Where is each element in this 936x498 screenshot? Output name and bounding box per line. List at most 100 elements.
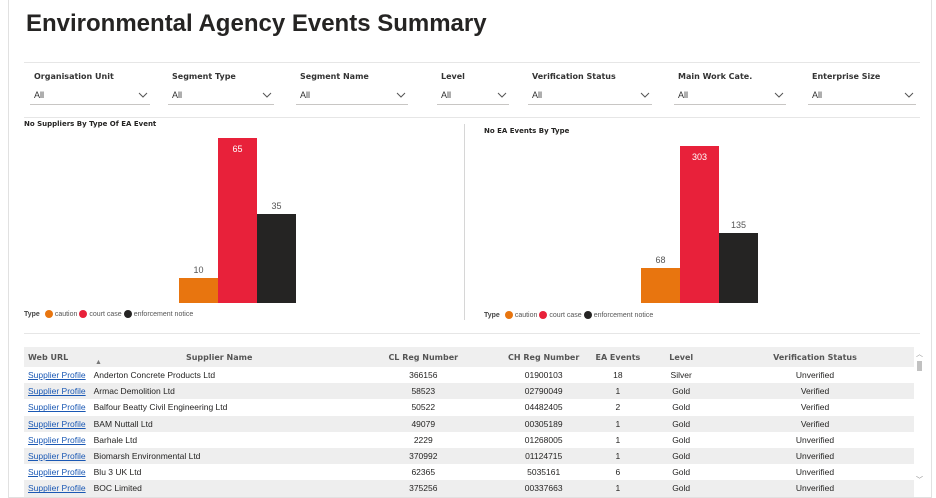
legend-title: Type xyxy=(484,311,500,319)
cell-level: Gold xyxy=(646,415,717,432)
table-row[interactable]: Supplier Profile Blu 3 UK Ltd 62365 5035161… xyxy=(24,464,914,480)
table-scrollbar[interactable]: ︿ ﹀ xyxy=(915,347,925,493)
supplier-profile-link[interactable]: Supplier Profile xyxy=(28,419,86,429)
cell-cl-reg-number: 2229 xyxy=(413,434,433,445)
column-header-ea-events[interactable]: EA Events xyxy=(589,347,647,367)
cell-level: Gold xyxy=(672,467,691,478)
suppliers-table: Web URL Supplier Name CL Reg Number CH Reg … xyxy=(24,347,914,497)
bar-court-case[interactable] xyxy=(218,138,257,303)
cell-ch-reg-number: 01900103 xyxy=(524,370,563,381)
legend-item-enforcement-notice[interactable]: enforcement notice xyxy=(583,311,654,319)
charts-divider xyxy=(464,124,465,320)
slicer-label: Main Work Cate. xyxy=(678,72,753,81)
chevron-down-icon[interactable] xyxy=(904,90,914,100)
table-row[interactable]: Supplier Profile BOC Limited 375256 0033766… xyxy=(24,480,914,497)
cell-level: Gold xyxy=(646,447,717,465)
supplier-profile-link[interactable]: Supplier Profile xyxy=(28,402,86,412)
slicer-dropdown[interactable]: All xyxy=(30,88,150,105)
supplier-profile-link[interactable]: Supplier Profile xyxy=(28,386,86,396)
chart-events-legend: Type caution court case enforcement notice xyxy=(484,311,655,319)
sort-ascending-icon[interactable]: ▲ xyxy=(95,359,102,366)
cell-verification-status: Verified xyxy=(800,402,830,413)
table-row[interactable]: Supplier Profile BAM Nuttall Ltd 49079 0030… xyxy=(24,415,914,432)
bar-caution[interactable] xyxy=(641,268,680,303)
cell-ch-reg-number: 01124715 xyxy=(497,447,590,465)
cell-level: Gold xyxy=(646,480,717,497)
page-title: Environmental Agency Events Summary xyxy=(26,10,487,37)
supplier-profile-link[interactable]: Supplier Profile xyxy=(28,467,86,477)
legend-item-enforcement-notice[interactable]: enforcement notice xyxy=(123,310,194,318)
slicer-value: All xyxy=(34,90,45,100)
cell-verification-status: Unverified xyxy=(795,467,835,478)
cell-cl-reg-number: 50522 xyxy=(411,402,436,413)
bar-enforcement-notice[interactable] xyxy=(257,214,296,303)
cell-verification-status: Unverified xyxy=(795,370,835,381)
slicer-label: Verification Status xyxy=(532,72,616,81)
legend-label: court case xyxy=(549,311,582,319)
bar-data-label: 10 xyxy=(193,265,204,275)
slicer-label: Enterprise Size xyxy=(812,72,881,81)
cell-verification-status: Unverified xyxy=(716,480,914,497)
legend-item-court-case[interactable]: court case xyxy=(79,310,122,318)
bar-data-label: 65 xyxy=(232,144,243,154)
column-header-level[interactable]: Level xyxy=(646,347,717,367)
scroll-up-icon[interactable]: ︿ xyxy=(916,349,923,359)
table-row[interactable]: Supplier Profile Anderton Concrete Produc… xyxy=(24,367,914,383)
cell-supplier-name: Anderton Concrete Products Ltd xyxy=(93,370,216,381)
column-header-supplier-name[interactable]: Supplier Name xyxy=(89,347,349,367)
bar-court-case[interactable] xyxy=(680,146,719,303)
column-header-verification-status[interactable]: Verification Status xyxy=(716,347,914,367)
cell-cl-reg-number: 366156 xyxy=(409,370,438,381)
cell-ea-events: 6 xyxy=(615,467,621,478)
legend-item-caution[interactable]: caution xyxy=(504,311,537,319)
cell-web-url: Supplier Profile xyxy=(24,415,90,432)
chevron-down-icon[interactable] xyxy=(396,90,406,100)
cell-supplier-name: Barhale Ltd xyxy=(93,434,138,445)
table-row[interactable]: Supplier Profile Biomarsh Environmental L… xyxy=(24,447,914,465)
slicer-label: Segment Type xyxy=(172,72,236,81)
supplier-profile-link[interactable]: Supplier Profile xyxy=(28,451,86,461)
charts-bottom-divider xyxy=(24,333,920,334)
bar-enforcement-notice[interactable] xyxy=(719,233,758,303)
legend-item-caution[interactable]: caution xyxy=(44,310,77,318)
chevron-down-icon[interactable] xyxy=(497,90,507,100)
table-row[interactable]: Supplier Profile Balfour Beatty Civil Eng… xyxy=(24,399,914,415)
slicer-value: All xyxy=(532,90,543,100)
cell-level: Gold xyxy=(646,383,717,400)
column-header-cl-reg-number[interactable]: CL Reg Number xyxy=(348,347,498,367)
slicer-dropdown[interactable]: All xyxy=(808,88,916,105)
supplier-profile-link[interactable]: Supplier Profile xyxy=(28,483,86,493)
cell-web-url: Supplier Profile xyxy=(24,432,90,448)
chevron-down-icon[interactable] xyxy=(138,90,148,100)
legend-label: enforcement notice xyxy=(593,311,654,319)
slicer-dropdown[interactable]: All xyxy=(168,88,274,105)
title-divider xyxy=(24,62,920,63)
table-row[interactable]: Supplier Profile Barhale Ltd 2229 01268005 1… xyxy=(24,432,914,448)
column-header-ch-reg-number[interactable]: CH Reg Number xyxy=(497,347,590,367)
slicer-value: All xyxy=(172,90,183,100)
slicer-dropdown[interactable]: All xyxy=(674,88,786,105)
cell-ch-reg-number: 5035161 xyxy=(527,467,561,478)
chevron-down-icon[interactable] xyxy=(774,90,784,100)
cell-web-url: Supplier Profile xyxy=(24,464,90,480)
supplier-profile-link[interactable]: Supplier Profile xyxy=(28,435,86,445)
chevron-down-icon[interactable] xyxy=(640,90,650,100)
scroll-down-icon[interactable]: ﹀ xyxy=(916,475,923,485)
slicer-label: Level xyxy=(441,72,465,81)
cell-ch-reg-number: 04482405 xyxy=(524,402,563,413)
bar-data-label: 35 xyxy=(271,201,282,211)
legend-item-court-case[interactable]: court case xyxy=(539,311,582,319)
cell-ch-reg-number: 01268005 xyxy=(524,434,563,445)
table-row[interactable]: Supplier Profile Armac Demolition Ltd 5852… xyxy=(24,383,914,400)
slicer-dropdown[interactable]: All xyxy=(437,88,509,105)
slicer-dropdown[interactable]: All xyxy=(528,88,652,105)
cell-ch-reg-number: 00337663 xyxy=(497,480,590,497)
slicer-dropdown[interactable]: All xyxy=(296,88,408,105)
chevron-down-icon[interactable] xyxy=(262,90,272,100)
legend-dot-icon xyxy=(583,311,592,319)
column-header-web-url[interactable]: Web URL xyxy=(24,347,90,367)
bar-caution[interactable] xyxy=(179,278,218,303)
legend-label: enforcement notice xyxy=(133,310,194,318)
supplier-profile-link[interactable]: Supplier Profile xyxy=(28,370,86,380)
scrollbar-thumb[interactable] xyxy=(917,361,922,371)
